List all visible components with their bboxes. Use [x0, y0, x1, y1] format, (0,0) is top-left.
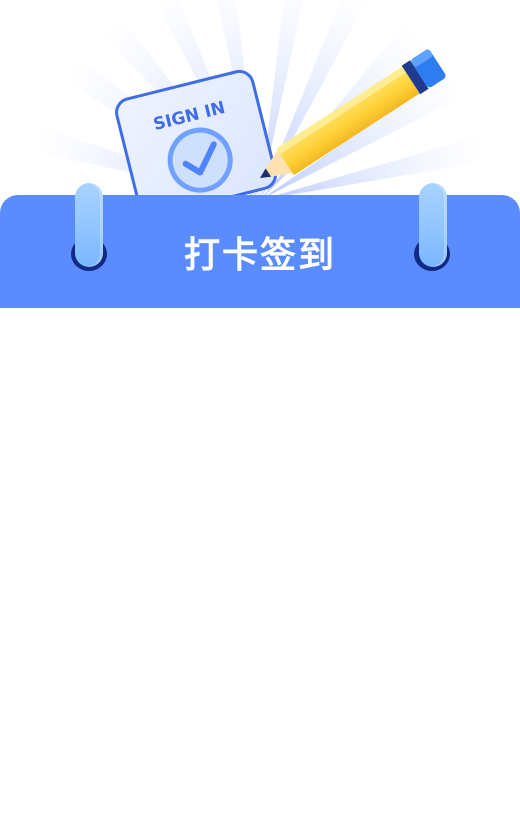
- page-title: 打卡签到: [183, 235, 336, 276]
- content-area: [0, 308, 520, 816]
- sign-in-page: SIGN IN 打卡签到: [0, 0, 520, 816]
